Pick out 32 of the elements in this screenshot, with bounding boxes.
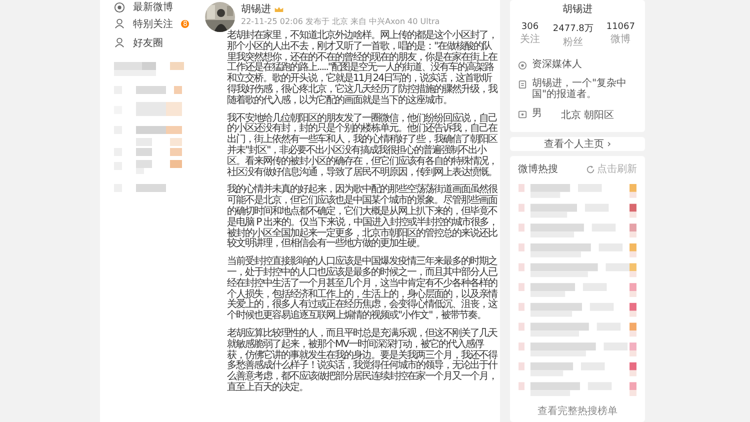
profile-location: 北京 朝阳区 [561,108,614,122]
user-icon [114,37,125,48]
nav-item[interactable]: 最新微博 [133,0,173,14]
badge-icon [518,61,527,70]
profile-info: 资深媒体人 [532,59,582,70]
stat-label: 粉丝 [563,36,584,49]
stat-label: 微博 [610,32,631,46]
profile-info: 男 [532,108,542,119]
full-list-link[interactable]: 查看完整热搜榜单 [518,404,637,418]
post-paragraph: 当前受封控直接影响的人口应该是中国爆发疫情三年来最多的时期之一，处于封控中的人口也应该是最多的时候之一，而且其中部分人已经在封控中生活了一个月甚至几个月，这当中肯定有不少各种各样的个人损失，包括经济和工作上的，生活上的，身心层面的，以及亲情关爱上的，很多人有过或正在经历焦虑，会变得心情低沉、沮丧，这个时候也更容易追逐互联网上煽情的视频或"小作文"，被带节奏。 [227,257,498,322]
nav-item[interactable]: 好友圈 [133,36,163,50]
target-icon [114,2,125,12]
author-name[interactable]: 胡锡进 [241,2,271,16]
refresh-icon [586,164,595,174]
post-paragraph: 我的心情并未真的好起来，因为歌中配的那些空荡荡街道画面虽然很可能不是北京，但它们应该也是中国某个城市的景象。尽管那些画面的确切时间和地点都不确定，它们大概是从网上扒下来的，但毕竟不是电脑 P 出来的。仅当下来说，中国进入封控或半封控的城市很多，被封的小区全国加起来一定更多，北京市朝阳区的管控总的来说还比较文明讲理，但相信会有一些地方做的更加生硬。 [227,185,498,250]
id-card-icon [518,110,527,119]
user-icon [114,18,125,29]
post-paragraph: 老胡封在家里，不知道北京外边啥样。网上传的都是这个小区封了，那个小区的人出不去，刚才又听了一首歌，唱的是："在做核酸的队里我突然想你，还在的不在的曾经的现在的朋友，你是在家在街上在工作还是在猛跑的路上....."配图是空无一人的街道、没有车的高架路和立交桥。歌的开头说，它就是11月24日写的，说实话，这首歌听得我好伤感，很心疼北京，它这几天经历了防控措施的骤然升级，我随着歌的代入感，以为它配的画面就是当下的这座城市。 [227,31,498,107]
profile-name[interactable]: 胡锡进 [562,2,592,16]
post-meta: 22-11-25 02:06 发布于 北京 来自 中兴Axon 40 Ultra [241,16,440,27]
homepage-link[interactable]: 查看个人主页 › [510,137,645,151]
post-paragraph: 老胡应算比较理性的人，而且平时总是充满乐观，但这不刚关了几天就敏感脆弱了起来，被那个MV一时间深深打动，被它的代入感俘获，仿佛它讲的事就发生在我的身边。要是关我两三个月，我还不得多愁善感成什么样子！说实话，我觉得任何城市的领导，无论出于什么善意考虑，都不应该做把部分居民连续封控在家一个月又一个月，直至上百天的决定。 [227,328,498,394]
profile-info: 胡锡进，一个"复杂中国"的报道者。 [532,78,628,100]
stat-label: 关注 [520,32,540,46]
stat-value: 306 [521,22,539,32]
hot-search-title: 微博热搜 [518,162,558,176]
stat-value: 11067 [606,22,635,32]
crown-icon [274,6,284,12]
post-paragraph: 我不安地给几位朝阳区的朋友发了一圈微信，他们纷纷回应说，自己的小区还没有封，封的只是个别的楼栋单元。他们还告诉我，自己在出门，街上依然有一些车和人，我的心情稍好了些，我确信了朝阳区并未"封区"，非必要不出小区没有搞成我很担心的普遍强制不出小区。看来网传的被封小区的确存在，但它们应该有各自的特殊情况，社区没有做好信息沟通，导致了居民不明原因，传到网上表达愤慨。 [227,114,498,178]
nav-item[interactable]: 特别关注 [133,16,173,30]
document-icon [518,80,527,89]
stat-value: 2477.8万 [552,23,594,35]
